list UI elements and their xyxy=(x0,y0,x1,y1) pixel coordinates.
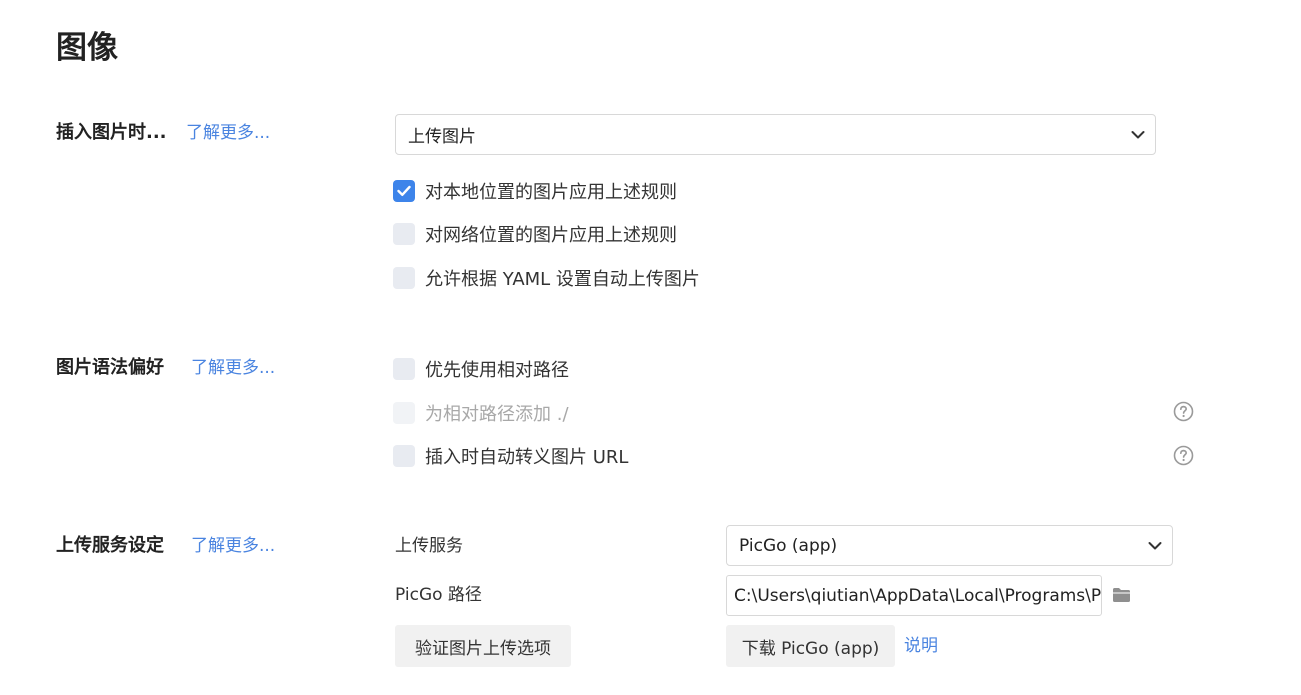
network-images-checkbox[interactable] xyxy=(393,223,415,245)
escape-image-url-label: 插入时自动转义图片 URL xyxy=(425,447,629,468)
page-title: 图像 xyxy=(56,30,118,66)
option-add-dot-slash: 为相对路径添加 ./ xyxy=(393,401,569,425)
picgo-path-input[interactable]: C:\Users\qiutian\AppData\Local\Programs\… xyxy=(726,575,1102,616)
local-images-checkbox[interactable] xyxy=(393,180,415,202)
syntax-learn-more-link[interactable]: 了解更多... xyxy=(191,356,275,380)
chevron-down-icon xyxy=(1148,541,1162,549)
prefer-relative-path-checkbox[interactable] xyxy=(393,358,415,380)
chevron-down-icon xyxy=(1131,130,1145,138)
option-prefer-relative-path[interactable]: 优先使用相对路径 xyxy=(393,357,569,381)
picgo-help-link[interactable]: 说明 xyxy=(904,634,938,658)
insert-image-learn-more-link[interactable]: 了解更多... xyxy=(186,121,270,145)
insert-image-section-label: 插入图片时... xyxy=(56,122,167,143)
add-dot-slash-checkbox xyxy=(393,402,415,424)
add-dot-slash-label: 为相对路径添加 ./ xyxy=(425,404,569,425)
network-images-label: 对网络位置的图片应用上述规则 xyxy=(425,225,677,246)
option-network-images[interactable]: 对网络位置的图片应用上述规则 xyxy=(393,222,677,246)
question-circle-icon[interactable] xyxy=(1173,401,1194,422)
escape-image-url-checkbox[interactable] xyxy=(393,445,415,467)
yaml-auto-upload-checkbox[interactable] xyxy=(393,267,415,289)
yaml-auto-upload-label: 允许根据 YAML 设置自动上传图片 xyxy=(425,269,700,290)
upload-service-learn-more-link[interactable]: 了解更多... xyxy=(191,534,275,558)
option-escape-image-url[interactable]: 插入时自动转义图片 URL xyxy=(393,444,628,468)
option-local-images[interactable]: 对本地位置的图片应用上述规则 xyxy=(393,179,677,203)
prefer-relative-path-label: 优先使用相对路径 xyxy=(425,360,569,381)
upload-service-label: 上传服务 xyxy=(395,536,463,556)
upload-service-section-label: 上传服务设定 xyxy=(56,535,164,556)
syntax-section-label: 图片语法偏好 xyxy=(56,357,164,378)
upload-service-value: PicGo (app) xyxy=(739,535,838,556)
option-yaml-auto-upload[interactable]: 允许根据 YAML 设置自动上传图片 xyxy=(393,266,700,290)
verify-upload-options-button[interactable]: 验证图片上传选项 xyxy=(395,625,571,667)
insert-image-action-select[interactable]: 上传图片 xyxy=(395,114,1156,155)
upload-service-select[interactable]: PicGo (app) xyxy=(726,525,1173,566)
picgo-path-label: PicGo 路径 xyxy=(395,585,482,605)
question-circle-icon[interactable] xyxy=(1173,445,1194,466)
preferences-image-panel: 图像 插入图片时... 了解更多... 上传图片 对本地位置的图片应用上述规则 … xyxy=(0,0,1301,695)
insert-image-action-value: 上传图片 xyxy=(408,127,476,147)
folder-icon[interactable] xyxy=(1112,587,1131,603)
download-picgo-button[interactable]: 下载 PicGo (app) xyxy=(726,625,895,667)
check-icon xyxy=(397,185,411,196)
local-images-label: 对本地位置的图片应用上述规则 xyxy=(425,182,677,203)
